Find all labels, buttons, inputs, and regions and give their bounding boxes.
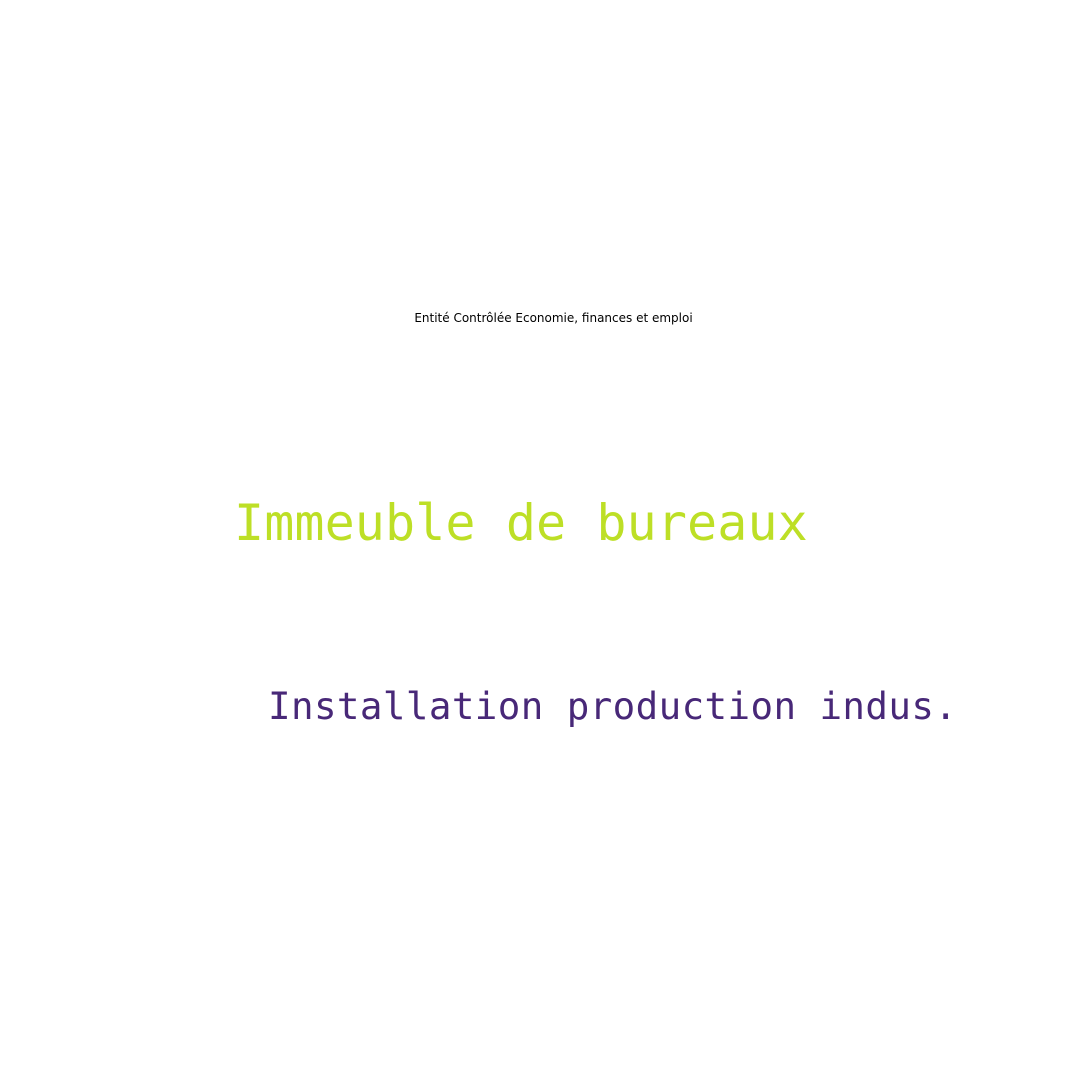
figure-title: Entité Contrôlée Economie, finances et e… (414, 311, 693, 325)
word-immeuble-de-bureaux: Immeuble de bureaux (234, 494, 808, 552)
word-installation-production: Installation production indus. (268, 684, 958, 728)
